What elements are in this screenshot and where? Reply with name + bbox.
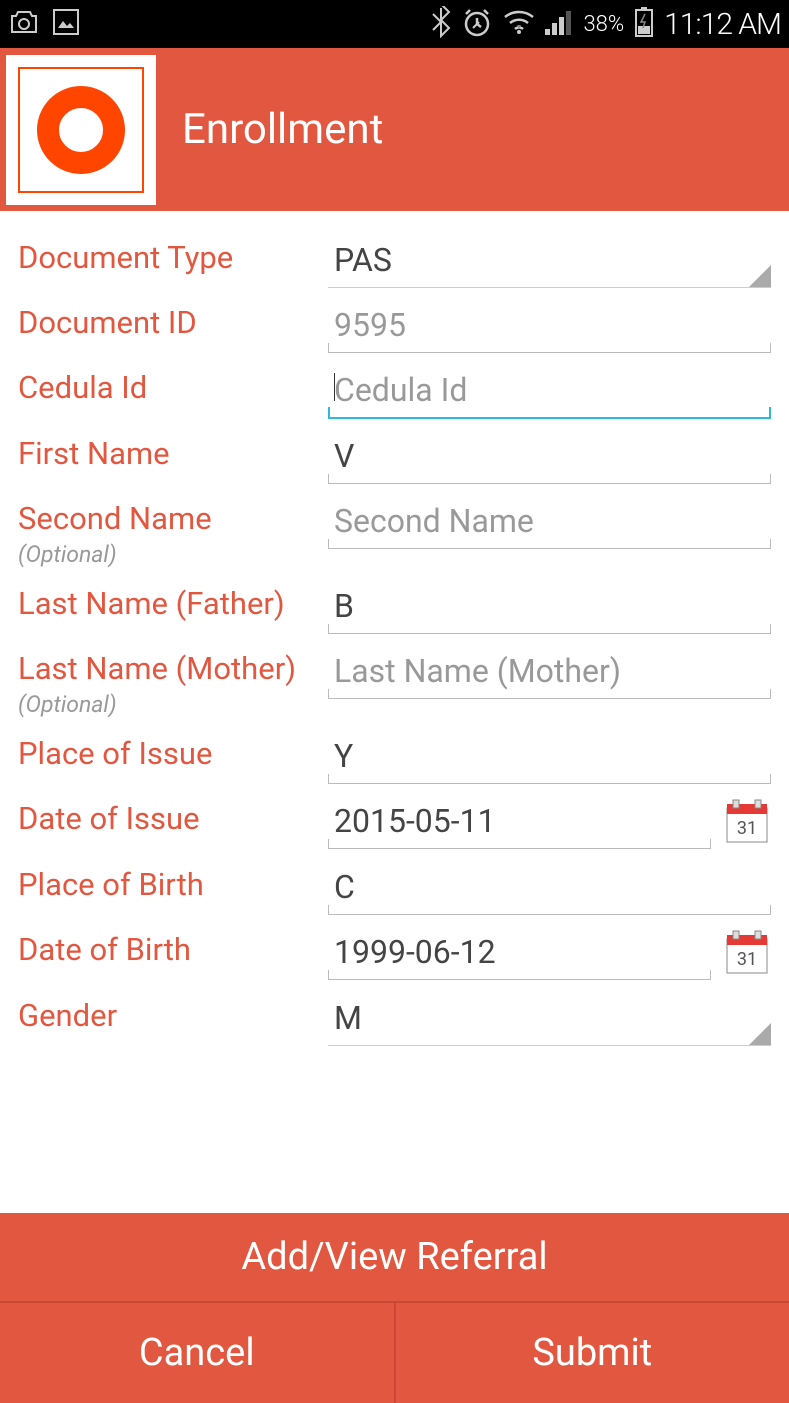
place-of-birth-input[interactable] bbox=[328, 864, 771, 915]
add-view-referral-button[interactable]: Add/View Referral bbox=[0, 1213, 789, 1303]
signal-icon bbox=[545, 9, 573, 39]
cedula-id-input[interactable] bbox=[328, 367, 771, 419]
cancel-button[interactable]: Cancel bbox=[0, 1303, 395, 1403]
calendar-icon[interactable]: 31 bbox=[723, 798, 771, 850]
text-cursor bbox=[334, 373, 335, 401]
submit-button[interactable]: Submit bbox=[395, 1303, 789, 1403]
chevron-down-icon bbox=[749, 1023, 771, 1045]
svg-text:31: 31 bbox=[737, 949, 757, 970]
document-type-spinner[interactable]: PAS bbox=[328, 237, 771, 288]
first-name-label: First Name bbox=[18, 433, 328, 472]
gender-label: Gender bbox=[18, 995, 328, 1034]
battery-icon bbox=[634, 6, 654, 42]
wifi-icon bbox=[503, 9, 535, 39]
date-of-birth-label: Date of Birth bbox=[18, 929, 328, 968]
calendar-icon[interactable]: 31 bbox=[723, 929, 771, 981]
status-time: 11:12 AM bbox=[664, 7, 781, 42]
last-name-mother-label: Last Name (Mother) (Optional) bbox=[18, 648, 328, 719]
cedula-id-label: Cedula Id bbox=[18, 367, 328, 406]
date-of-issue-label: Date of Issue bbox=[18, 798, 328, 837]
svg-text:31: 31 bbox=[737, 818, 757, 839]
document-type-label: Document Type bbox=[18, 237, 328, 276]
bottom-bar: Add/View Referral Cancel Submit bbox=[0, 1213, 789, 1403]
last-name-father-input[interactable] bbox=[328, 583, 771, 634]
alarm-icon bbox=[461, 6, 493, 42]
enrollment-form: Document Type PAS Document ID Cedula Id … bbox=[0, 211, 789, 1213]
chevron-down-icon bbox=[749, 265, 771, 287]
bluetooth-icon bbox=[431, 6, 451, 42]
image-icon bbox=[52, 8, 80, 40]
page-title: Enrollment bbox=[182, 105, 383, 154]
place-of-issue-label: Place of Issue bbox=[18, 733, 328, 772]
last-name-father-label: Last Name (Father) bbox=[18, 583, 328, 622]
status-bar: 38% 11:12 AM bbox=[0, 0, 789, 48]
document-id-input[interactable] bbox=[328, 302, 771, 353]
camera-icon bbox=[8, 8, 40, 40]
document-id-label: Document ID bbox=[18, 302, 328, 341]
first-name-input[interactable] bbox=[328, 433, 771, 484]
app-logo[interactable] bbox=[6, 55, 156, 205]
second-name-input[interactable] bbox=[328, 498, 771, 549]
app-header: Enrollment bbox=[0, 48, 789, 211]
place-of-birth-label: Place of Birth bbox=[18, 864, 328, 903]
last-name-mother-input[interactable] bbox=[328, 648, 771, 699]
date-of-issue-input[interactable] bbox=[328, 798, 711, 849]
gender-spinner[interactable]: M bbox=[328, 995, 771, 1046]
place-of-issue-input[interactable] bbox=[328, 733, 771, 784]
battery-percent: 38% bbox=[583, 12, 624, 37]
second-name-label: Second Name (Optional) bbox=[18, 498, 328, 569]
date-of-birth-input[interactable] bbox=[328, 929, 711, 980]
